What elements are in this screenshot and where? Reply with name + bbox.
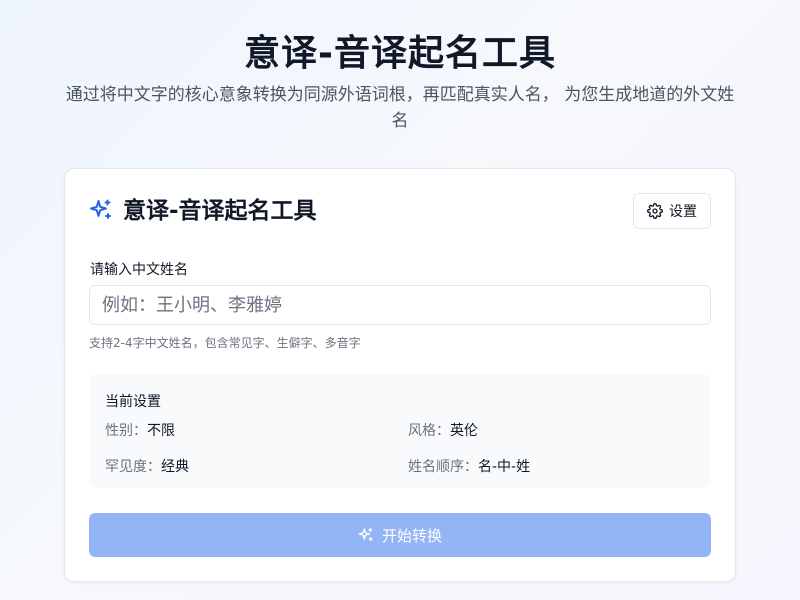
name-input-label: 请输入中文姓名 bbox=[90, 262, 188, 278]
gear-icon bbox=[647, 203, 663, 219]
setting-style-value: 英伦 bbox=[450, 423, 478, 439]
setting-style-key: 风格： bbox=[408, 423, 450, 439]
card-title: 意译-音译起名工具 bbox=[123, 198, 317, 224]
setting-style: 风格：英伦 bbox=[408, 420, 478, 440]
setting-gender-key: 性别： bbox=[105, 423, 147, 439]
setting-rarity: 罕见度：经典 bbox=[105, 456, 189, 476]
name-input-hint: 支持2-4字中文姓名，包含常见字、生僻字、多音字 bbox=[89, 336, 361, 350]
sparkles-icon bbox=[89, 198, 113, 222]
page-subtitle: 通过将中文字的核心意象转换为同源外语词根，再匹配真实人名， 为您生成地道的外文姓… bbox=[65, 85, 735, 131]
chinese-name-input[interactable] bbox=[89, 285, 711, 325]
setting-gender-value: 不限 bbox=[147, 423, 175, 439]
start-convert-label: 开始转换 bbox=[381, 527, 442, 545]
converter-card: 意译-音译起名工具 设置 请输入中文姓名 支持2-4字中文姓名，包含常见字、生僻… bbox=[64, 168, 736, 582]
setting-name-order-key: 姓名顺序： bbox=[408, 459, 478, 475]
setting-name-order-value: 名-中-姓 bbox=[478, 459, 531, 475]
setting-rarity-key: 罕见度： bbox=[105, 459, 161, 475]
current-settings-title: 当前设置 bbox=[105, 394, 161, 410]
setting-gender: 性别：不限 bbox=[105, 420, 175, 440]
start-convert-button[interactable]: 开始转换 bbox=[89, 513, 711, 557]
page-title: 意译-音译起名工具 bbox=[244, 33, 556, 74]
settings-button[interactable]: 设置 bbox=[633, 193, 711, 229]
setting-rarity-value: 经典 bbox=[161, 459, 189, 475]
sparkles-icon bbox=[358, 527, 374, 543]
current-settings-panel: 当前设置 性别：不限 风格：英伦 罕见度：经典 姓名顺序：名-中-姓 bbox=[89, 374, 711, 488]
card-header: 意译-音译起名工具 设置 bbox=[89, 193, 711, 231]
setting-name-order: 姓名顺序：名-中-姓 bbox=[408, 456, 530, 476]
settings-button-label: 设置 bbox=[669, 203, 697, 219]
